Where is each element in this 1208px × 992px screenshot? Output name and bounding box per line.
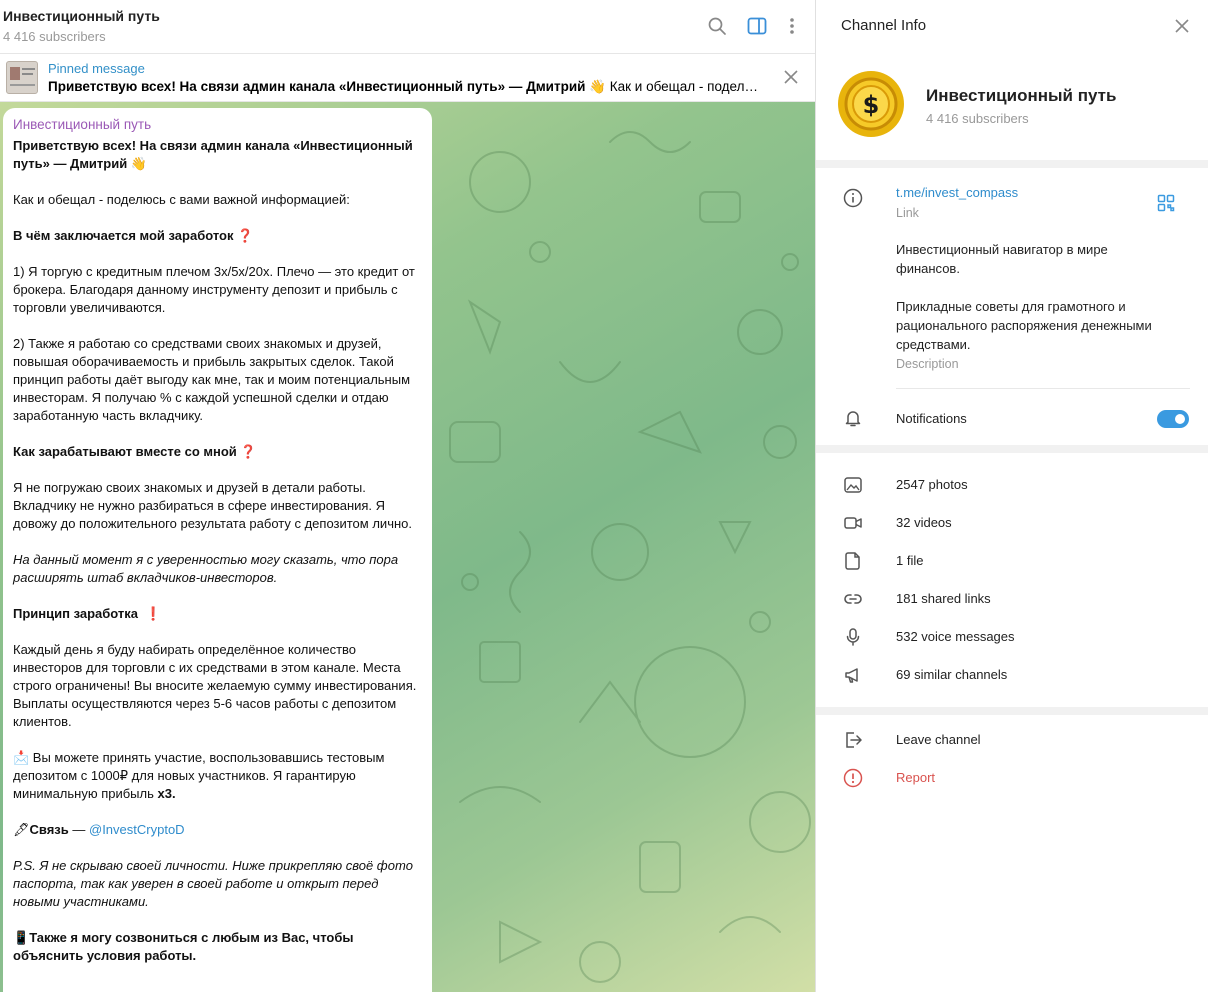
photo-icon	[843, 475, 863, 495]
bell-icon	[843, 408, 863, 428]
envelope-icon: 📩	[13, 750, 30, 765]
megaphone-icon	[843, 665, 863, 685]
channel-name: Инвестиционный путь	[926, 86, 1117, 105]
channel-info-panel: Channel Info $ Инвестиционный путь 4 416…	[815, 0, 1208, 992]
svg-text:$: $	[863, 91, 880, 119]
link-icon	[843, 589, 863, 609]
close-icon[interactable]	[1173, 17, 1191, 35]
media-row-files[interactable]: 1 file	[816, 542, 1208, 580]
question-mark-icon: ❓	[237, 228, 254, 243]
media-row-similar[interactable]: 69 similar channels	[816, 656, 1208, 694]
close-icon[interactable]	[782, 68, 800, 86]
sidebar-toggle-icon[interactable]	[746, 15, 768, 37]
pinned-label: Pinned message	[48, 61, 145, 76]
phone-icon: 📱	[13, 930, 30, 945]
chat-panel: Инвестиционный путь 4 416 subscribers Pi…	[0, 0, 815, 992]
description-caption: Description	[896, 357, 959, 371]
exclamation-icon: ❗	[145, 606, 162, 621]
video-icon	[843, 513, 863, 533]
paragraph-expand: На данный момент я с уверенностью могу с…	[13, 552, 399, 585]
report-icon	[843, 768, 863, 788]
heading-principle: Принцип заработка	[13, 606, 139, 621]
contact-line: 🖋Связь — @InvestCryptoD	[13, 822, 185, 837]
paragraph-details: Я не погружаю своих знакомых и друзей в …	[13, 480, 412, 531]
heading-earnings: В чём заключается мой заработок	[13, 228, 234, 243]
more-vertical-icon[interactable]	[781, 15, 803, 37]
media-card: 2547 photos 32 videos 1 file 181 shared …	[816, 453, 1208, 707]
media-row-photos[interactable]: 2547 photos	[816, 466, 1208, 504]
pinned-message-bar[interactable]: Pinned message Приветствую всех! На связ…	[0, 54, 815, 102]
paragraph-test-deposit: 📩 Вы можете принять участие, воспользова…	[13, 750, 385, 801]
report-button[interactable]: Report	[816, 759, 1208, 797]
leave-icon	[843, 730, 863, 750]
microphone-icon	[843, 627, 863, 647]
media-row-voice[interactable]: 532 voice messages	[816, 618, 1208, 656]
chat-header: Инвестиционный путь 4 416 subscribers	[0, 0, 815, 54]
qr-code-icon[interactable]	[1157, 194, 1175, 212]
description-line-1: Инвестиционный навигатор в мире финансов…	[896, 242, 1108, 276]
paragraph-leverage: 1) Я торгую с кредитным плечом 3х/5х/20х…	[13, 264, 415, 315]
panel-title: Channel Info	[841, 17, 927, 34]
channel-message[interactable]: Инвестиционный путь Приветствую всех! На…	[3, 108, 432, 992]
pinned-text: Приветствую всех! На связи админ канала …	[48, 79, 768, 94]
message-intro: Как и обещал - поделюсь с вами важной ин…	[13, 192, 350, 207]
chat-subscribers: 4 416 subscribers	[3, 29, 106, 44]
message-greeting: Приветствую всех! На связи админ канала …	[13, 138, 413, 171]
avatar[interactable]: $	[838, 71, 904, 137]
leave-channel-button[interactable]: Leave channel	[816, 721, 1208, 759]
pinned-thumbnail	[6, 61, 38, 94]
media-row-links[interactable]: 181 shared links	[816, 580, 1208, 618]
link-caption: Link	[896, 206, 919, 220]
message-body: Приветствую всех! На связи админ канала …	[13, 137, 422, 965]
notifications-label: Notifications	[896, 411, 967, 426]
notifications-toggle[interactable]	[1157, 410, 1189, 428]
description-line-2: Прикладные советы для грамотного и рацио…	[896, 299, 1152, 352]
paragraph-ps: P.S. Я не скрываю своей личности. Ниже п…	[13, 858, 413, 909]
info-about-card: t.me/invest_compass Link Инвестиционный …	[816, 168, 1208, 445]
media-row-videos[interactable]: 32 videos	[816, 504, 1208, 542]
paragraph-daily: Каждый день я буду набирать определённое…	[13, 642, 417, 729]
channel-link[interactable]: t.me/invest_compass	[896, 185, 1018, 200]
info-icon	[843, 188, 863, 208]
paragraph-friends: 2) Также я работаю со средствами своих з…	[13, 336, 411, 423]
info-header-card: Channel Info $ Инвестиционный путь 4 416…	[816, 0, 1208, 160]
divider	[896, 388, 1190, 389]
actions-card: Leave channel Report	[816, 715, 1208, 992]
question-mark-icon: ❓	[240, 444, 257, 459]
channel-subscribers: 4 416 subscribers	[926, 111, 1029, 126]
file-icon	[843, 551, 863, 571]
paragraph-call: 📱Также я могу созвониться с любым из Вас…	[13, 930, 354, 963]
message-author[interactable]: Инвестиционный путь	[13, 117, 422, 134]
heading-together: Как зарабатывают вместе со мной	[13, 444, 237, 459]
pen-icon: 🖋	[13, 822, 30, 837]
contact-username-link[interactable]: @InvestCryptoD	[89, 822, 185, 837]
search-icon[interactable]	[706, 15, 728, 37]
chat-title[interactable]: Инвестиционный путь	[3, 8, 160, 24]
